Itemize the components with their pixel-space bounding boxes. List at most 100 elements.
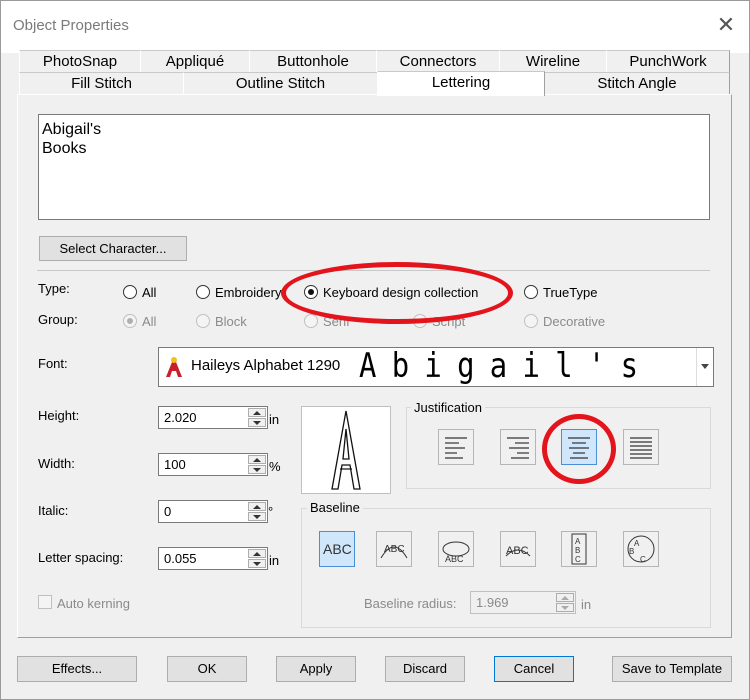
type-truetype-radio[interactable] xyxy=(524,285,538,299)
baseline-vertical-icon: ABC xyxy=(571,533,587,565)
tab-punchwork[interactable]: PunchWork xyxy=(606,50,730,73)
baseline-vertical-button[interactable]: ABC xyxy=(561,531,597,567)
letter-spacing-value: 0.055 xyxy=(164,551,197,566)
baseline-circle-outline-icon: ABC xyxy=(627,535,655,564)
tab-lettering[interactable]: Lettering xyxy=(377,71,545,96)
height-value: 2.020 xyxy=(164,410,197,425)
svg-text:B: B xyxy=(629,547,634,556)
type-truetype-label[interactable]: TrueType xyxy=(543,285,597,300)
baseline-radius-up-arrow[interactable] xyxy=(556,593,574,602)
font-type-icon xyxy=(166,357,182,377)
apply-button[interactable]: Apply xyxy=(276,656,356,682)
svg-text:C: C xyxy=(575,555,581,564)
group-all-label[interactable]: All xyxy=(142,314,156,329)
tab-stitch-angle[interactable]: Stitch Angle xyxy=(544,72,730,95)
width-label: Width: xyxy=(38,456,75,471)
letter-a-preview-icon xyxy=(331,410,361,490)
type-embroidery-radio[interactable] xyxy=(196,285,210,299)
width-down-arrow[interactable] xyxy=(248,465,266,474)
type-label: Type: xyxy=(38,281,70,296)
svg-text:ABC: ABC xyxy=(506,545,529,557)
ok-button[interactable]: OK xyxy=(167,656,247,682)
tab-wireline[interactable]: Wireline xyxy=(499,50,607,73)
group-serif-radio[interactable] xyxy=(304,314,318,328)
height-down-arrow[interactable] xyxy=(248,418,266,427)
select-character-button[interactable]: Select Character... xyxy=(39,236,187,261)
justify-left-button[interactable] xyxy=(438,429,474,465)
group-decorative-label[interactable]: Decorative xyxy=(543,314,605,329)
tab-buttonhole[interactable]: Buttonhole xyxy=(249,50,377,73)
font-dropdown[interactable]: Haileys Alphabet 1290 Abigail's xyxy=(158,347,714,387)
baseline-arc-bottom-button[interactable]: ABC xyxy=(438,531,474,567)
svg-text:ABC: ABC xyxy=(384,544,405,555)
letter-spacing-down-arrow[interactable] xyxy=(248,559,266,568)
width-up-arrow[interactable] xyxy=(248,455,266,464)
auto-kerning-label[interactable]: Auto kerning xyxy=(57,596,130,611)
type-all-label[interactable]: All xyxy=(142,285,156,300)
close-icon[interactable]: ✕ xyxy=(714,13,738,37)
letter-spacing-up-arrow[interactable] xyxy=(248,549,266,558)
type-embroidery-label[interactable]: Embroidery xyxy=(215,285,281,300)
group-block-label[interactable]: Block xyxy=(215,314,247,329)
lettering-text-input[interactable]: Abigail's Books xyxy=(38,114,710,220)
width-input[interactable]: 100 xyxy=(158,453,268,476)
baseline-radius-value: 1.969 xyxy=(476,595,509,610)
baseline-radius-input[interactable]: 1.969 xyxy=(470,591,576,614)
baseline-straight-icon: ABC xyxy=(323,541,352,557)
baseline-radius-down-arrow[interactable] xyxy=(556,603,574,612)
effects-button[interactable]: Effects... xyxy=(17,656,137,682)
svg-text:C: C xyxy=(640,555,646,564)
height-input[interactable]: 2.020 xyxy=(158,406,268,429)
width-value: 100 xyxy=(164,457,186,472)
group-block-radio[interactable] xyxy=(196,314,210,328)
letter-spacing-input[interactable]: 0.055 xyxy=(158,547,268,570)
svg-text:A: A xyxy=(575,537,581,546)
align-right-icon xyxy=(507,437,529,459)
discard-button[interactable]: Discard xyxy=(385,656,465,682)
baseline-circle-button[interactable]: ABC xyxy=(500,531,536,567)
italic-label: Italic: xyxy=(38,503,69,518)
baseline-title: Baseline xyxy=(307,500,363,515)
baseline-circle-outline-button[interactable]: ABC xyxy=(623,531,659,567)
baseline-radius-unit: in xyxy=(581,597,592,612)
baseline-straight-button[interactable]: ABC xyxy=(319,531,355,567)
tab-outline-stitch[interactable]: Outline Stitch xyxy=(183,72,378,95)
baseline-circle-icon: ABC xyxy=(505,545,531,557)
italic-input[interactable]: 0 xyxy=(158,500,268,523)
font-label: Font: xyxy=(38,356,68,371)
baseline-radius-label: Baseline radius: xyxy=(364,596,457,611)
tab-connectors[interactable]: Connectors xyxy=(376,50,500,73)
letter-spacing-label: Letter spacing: xyxy=(38,550,124,565)
justification-title: Justification xyxy=(411,400,485,415)
height-unit: in xyxy=(269,412,280,427)
font-dropdown-arrow[interactable] xyxy=(696,348,713,386)
height-label: Height: xyxy=(38,408,80,423)
tab-applique[interactable]: Appliqué xyxy=(140,50,250,73)
group-all-radio[interactable] xyxy=(123,314,137,328)
cancel-button[interactable]: Cancel xyxy=(494,656,574,682)
auto-kerning-checkbox[interactable] xyxy=(38,595,52,609)
radio-dot xyxy=(127,318,133,324)
font-name: Haileys Alphabet 1290 xyxy=(191,357,341,374)
group-decorative-radio[interactable] xyxy=(524,314,538,328)
tab-photosnap[interactable]: PhotoSnap xyxy=(19,50,141,73)
highlight-ellipse xyxy=(281,262,513,324)
italic-value: 0 xyxy=(164,504,172,519)
tab-fill-stitch[interactable]: Fill Stitch xyxy=(19,72,184,95)
type-all-radio[interactable] xyxy=(123,285,137,299)
title-bar: Object Properties ✕ xyxy=(1,1,749,53)
baseline-arc-top-button[interactable]: ABC xyxy=(376,531,412,567)
svg-text:ABC: ABC xyxy=(323,541,352,557)
font-preview: Abigail's xyxy=(359,347,654,386)
italic-down-arrow[interactable] xyxy=(248,512,266,521)
height-up-arrow[interactable] xyxy=(248,408,266,417)
align-left-icon xyxy=(445,437,467,459)
save-to-template-button[interactable]: Save to Template xyxy=(612,656,732,682)
svg-text:B: B xyxy=(575,546,580,555)
highlight-circle xyxy=(542,414,616,484)
justify-full-button[interactable] xyxy=(623,429,659,465)
justify-right-button[interactable] xyxy=(500,429,536,465)
italic-up-arrow[interactable] xyxy=(248,502,266,511)
group-label: Group: xyxy=(38,312,78,327)
baseline-arc-bottom-icon: ABC xyxy=(442,541,470,564)
